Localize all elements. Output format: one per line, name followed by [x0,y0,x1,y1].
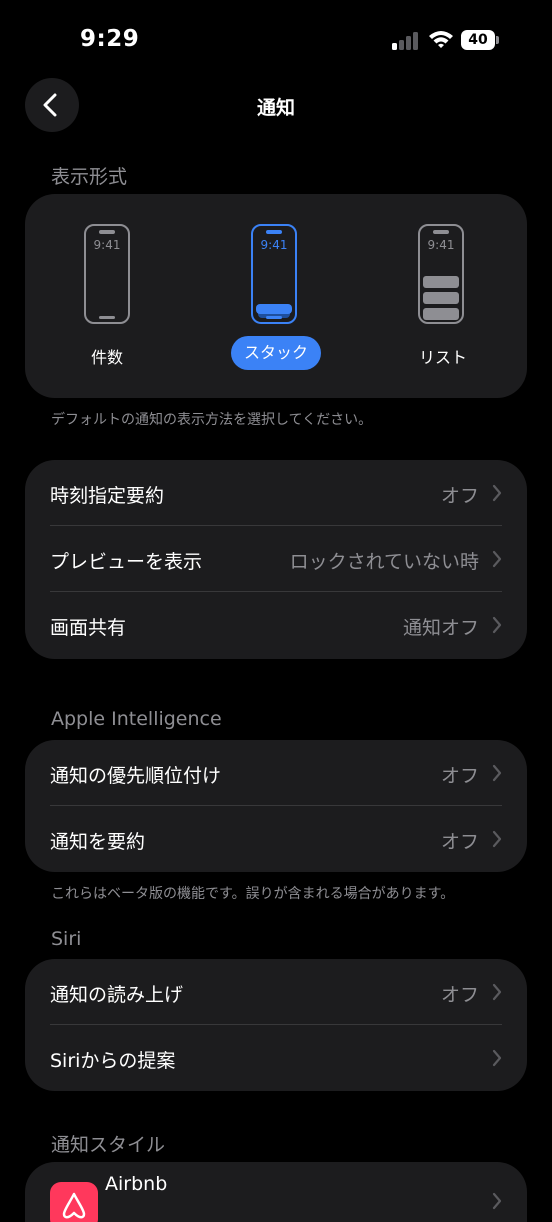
row-screen-sharing[interactable]: 画面共有 通知オフ [25,592,527,658]
chevron-right-icon [492,1049,502,1067]
notification-style-card: Airbnb [25,1162,527,1222]
section-label-display-style: 表示形式 [51,166,128,188]
section-label-apple-intelligence: Apple Intelligence [51,708,222,730]
section-label-notification-style: 通知スタイル [51,1134,166,1156]
row-summarize-notifications[interactable]: 通知を要約 オフ [25,806,527,872]
wifi-icon [428,29,454,49]
chevron-right-icon [492,550,502,568]
app-name: Airbnb [105,1173,168,1195]
display-style-card: 9:41 件数 9:41 スタック 9:41 リスト [25,194,527,398]
display-option-label: スタック [231,336,321,370]
page-title: 通知 [256,97,295,119]
row-scheduled-summary[interactable]: 時刻指定要約 オフ [25,460,527,526]
row-value: オフ [440,984,479,1006]
battery-icon: 40 [461,30,499,50]
chevron-right-icon [492,830,502,848]
general-settings-card: 時刻指定要約 オフ プレビューを表示 ロックされていない時 画面共有 通知オフ [25,460,527,659]
row-prioritize-notifications[interactable]: 通知の優先順位付け オフ [25,740,527,806]
row-value: 通知オフ [402,617,479,639]
status-time: 9:29 [80,26,140,52]
section-label-siri: Siri [51,928,82,950]
row-label: 画面共有 [50,617,127,639]
row-app-airbnb[interactable]: Airbnb [25,1162,527,1222]
phone-list-icon: 9:41 [418,224,464,324]
display-option-label: リスト [418,348,467,367]
row-label: 通知の優先順位付け [50,765,222,787]
battery-level: 40 [461,30,495,50]
siri-card: 通知の読み上げ オフ Siriからの提案 [25,959,527,1091]
apple-intelligence-card: 通知の優先順位付け オフ 通知を要約 オフ [25,740,527,872]
row-siri-suggestions[interactable]: Siriからの提案 [25,1025,527,1091]
display-style-footnote: デフォルトの通知の表示方法を選択してください。 [51,412,373,428]
row-value: オフ [440,485,479,507]
display-option-label: 件数 [90,348,123,367]
chevron-right-icon [492,983,502,1001]
row-value: ロックされていない時 [289,551,479,573]
row-label: 時刻指定要約 [50,485,165,507]
chevron-right-icon [492,764,502,782]
row-label: 通知を要約 [50,831,146,853]
chevron-right-icon [492,484,502,502]
apple-intelligence-footnote: これらはベータ版の機能です。誤りが含まれる場合があります。 [51,886,455,902]
row-label: プレビューを表示 [50,551,203,573]
row-label: 通知の読み上げ [50,984,184,1006]
phone-count-icon: 9:41 [84,224,130,324]
airbnb-icon [50,1182,98,1222]
row-announce-notifications[interactable]: 通知の読み上げ オフ [25,959,527,1025]
row-show-previews[interactable]: プレビューを表示 ロックされていない時 [25,526,527,592]
cellular-signal-icon [392,32,420,50]
row-label: Siriからの提案 [50,1050,176,1072]
phone-stack-icon: 9:41 [251,224,297,324]
row-value: オフ [440,831,479,853]
chevron-right-icon [492,616,502,634]
chevron-right-icon [492,1192,502,1210]
row-value: オフ [440,765,479,787]
